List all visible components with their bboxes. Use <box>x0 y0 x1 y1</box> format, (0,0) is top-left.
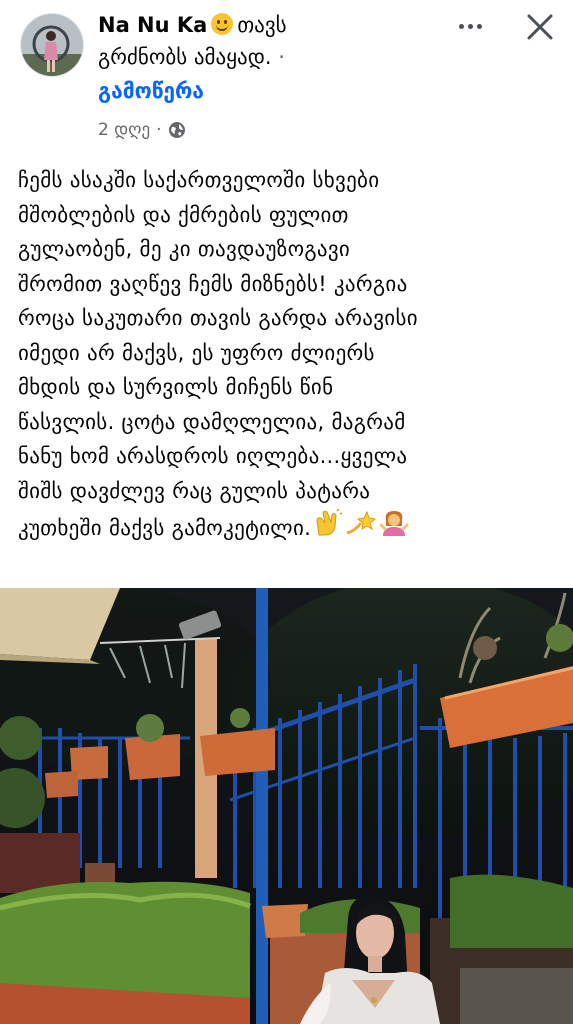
follow-button[interactable]: გამოწერა <box>98 74 428 108</box>
dot-icon <box>458 23 464 29</box>
meta-separator: · <box>156 120 162 140</box>
separator: · <box>278 45 285 69</box>
feeling-text: თავს <box>237 13 287 37</box>
header-text: Na Nu Ka თავს გრძნობს ამაყად. · გამოწერა <box>98 10 428 108</box>
post-time[interactable]: 2 დღე <box>98 120 150 140</box>
post-line: მშობლების და ქმრების ფულით <box>18 202 349 227</box>
feeling-text-cont: გრძნობს ამაყად. <box>98 45 272 69</box>
author-name[interactable]: Na Nu Ka <box>98 13 207 37</box>
dot-icon <box>476 23 482 29</box>
close-icon <box>527 14 553 40</box>
post-line: წასვლის. ცოტა დამღლელია, მაგრამ <box>18 409 406 434</box>
post-line: შრომით ვაღწევ ჩემს მიზნებს! კარგია <box>18 271 408 296</box>
post-line: როცა საკუთარი თავის გარდა არავისი <box>18 306 418 330</box>
post-line: კუთხეში მაქვს გამოკეტილი. <box>18 516 312 540</box>
avatar[interactable] <box>20 13 84 77</box>
post-line: ჩემს ასაკში საქართველოში სხვები <box>18 168 380 192</box>
dot-icon <box>467 23 473 29</box>
post-photo[interactable] <box>0 588 573 1024</box>
post-line: იმედი არ მაქვს, ეს უფრო ძლიერს <box>18 340 375 365</box>
smiling-face-icon <box>211 13 234 35</box>
globe-icon[interactable] <box>168 121 186 139</box>
post-line: გულაობენ, მე კი თავდაუზოგავი <box>18 237 351 261</box>
post-line: მხდის და სურვილს მიჩენს წინ <box>18 375 334 399</box>
person-shrugging-icon <box>379 508 409 549</box>
post-header: Na Nu Ka თავს გრძნობს ამაყად. · გამოწერა … <box>0 0 573 150</box>
post-line: ნანუ ხომ არასდროს იღლება...ყველა <box>18 444 408 468</box>
post-meta: 2 დღე · <box>98 120 186 140</box>
post-body: ჩემს ასაკში საქართველოში სხვები მშობლები… <box>18 163 563 549</box>
dizzy-star-icon <box>345 509 377 548</box>
feeling-line: გრძნობს ამაყად. · <box>98 40 428 74</box>
close-button[interactable] <box>522 9 558 45</box>
clapping-hands-icon <box>313 508 343 548</box>
post-line-last: კუთხეში მაქვს გამოკეტილი. <box>18 508 563 549</box>
more-options-button[interactable] <box>448 14 492 38</box>
author-line: Na Nu Ka თავს <box>98 10 428 40</box>
post-line: შიშს დავძლევ რაც გულის პატარა <box>18 478 371 503</box>
